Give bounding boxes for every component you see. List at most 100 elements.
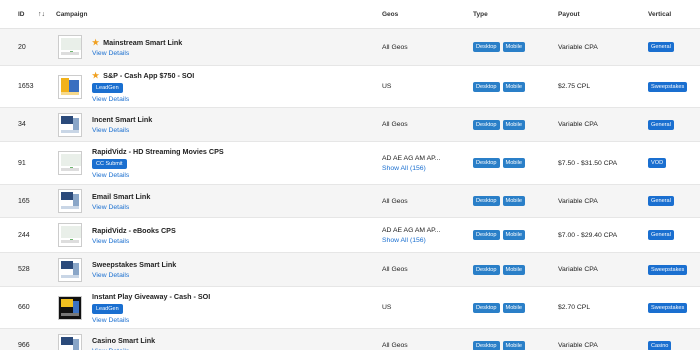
show-all-geos-link[interactable]: Show All (156): [382, 165, 473, 172]
table-row[interactable]: 165 Email Smart Link View Details All Geos D…: [0, 185, 700, 218]
view-details-link[interactable]: View Details: [92, 204, 150, 211]
campaign-cell: Sweepstakes Smart Link View Details: [56, 257, 382, 282]
campaign-title-wrap: Email Smart Link: [92, 192, 150, 201]
vertical-cell: General: [648, 230, 700, 240]
payout-value: Variable CPA: [558, 197, 598, 205]
type-badge: Mobile: [502, 230, 526, 240]
campaign-title-wrap: Casino Smart Link: [92, 336, 155, 345]
geo-value: AD AE AG AM AP...: [382, 154, 441, 162]
type-cell: Desktop Mobile: [473, 42, 558, 52]
campaign-cell: Incent Smart Link View Details: [56, 112, 382, 137]
campaign-thumbnail[interactable]: [58, 223, 82, 247]
type-badge: Desktop: [473, 302, 500, 313]
table-header: ID ↑↓ Campaign Geos Type Payout Vertical: [0, 0, 700, 29]
row-id: 660: [18, 304, 30, 311]
type-badge: Mobile: [502, 340, 526, 350]
view-details-link[interactable]: View Details: [92, 127, 152, 134]
vertical-badge: Sweepstakes: [648, 81, 688, 92]
geos-cell: All Geos: [382, 121, 473, 128]
payout-value: $2.70 CPL: [558, 304, 591, 311]
table-row[interactable]: 244 RapidVidz - eBooks CPS View Details AD …: [0, 218, 700, 253]
campaign-thumbnail[interactable]: [58, 74, 82, 99]
campaign-thumbnail[interactable]: [58, 151, 82, 175]
campaign-thumbnail[interactable]: [58, 295, 82, 320]
campaign-title[interactable]: Casino Smart Link: [92, 336, 155, 345]
view-details-link[interactable]: View Details: [92, 50, 182, 57]
view-details-link[interactable]: View Details: [92, 96, 194, 103]
type-badge: Desktop: [473, 42, 500, 52]
campaign-title[interactable]: RapidVidz - eBooks CPS: [92, 226, 176, 235]
vertical-cell: Casino: [648, 340, 700, 350]
col-header-campaign[interactable]: Campaign: [56, 11, 382, 18]
row-id: 966: [18, 342, 30, 349]
campaign-title[interactable]: Incent Smart Link: [92, 115, 152, 124]
type-badge: Desktop: [473, 230, 500, 240]
campaign-title[interactable]: Email Smart Link: [92, 192, 150, 201]
vertical-cell: Sweepstakes: [648, 81, 700, 92]
vertical-badge: General: [648, 196, 674, 206]
payout-value: Variable CPA: [558, 342, 598, 349]
type-cell: Desktop Mobile: [473, 340, 558, 350]
view-details-link[interactable]: View Details: [92, 172, 224, 179]
campaign-cell: ★ Mainstream Smart Link View Details: [56, 35, 382, 59]
campaign-thumbnail[interactable]: [58, 189, 82, 213]
row-id: 244: [18, 231, 30, 239]
vertical-cell: VOD: [648, 158, 700, 168]
campaign-cell: Casino Smart LinkView Details: [56, 333, 382, 350]
campaign-thumbnail[interactable]: [58, 257, 82, 282]
table-row[interactable]: 20 ★ Mainstream Smart Link View Details All …: [0, 29, 700, 66]
vertical-badge: Sweepstakes: [648, 264, 688, 275]
geo-value: AD AE AG AM AP...: [382, 226, 441, 234]
campaign-title-wrap: ★ S&P - Cash App $750 - SOI: [92, 71, 194, 80]
campaign-thumbnail[interactable]: [58, 35, 82, 59]
campaign-title[interactable]: Instant Play Giveaway - Cash - SOI: [92, 292, 210, 301]
geo-value: All Geos: [382, 342, 408, 349]
col-header-payout[interactable]: Payout: [558, 11, 648, 18]
view-details-link[interactable]: View Details: [92, 317, 210, 324]
geos-cell: All Geos: [382, 342, 473, 349]
campaign-title[interactable]: Mainstream Smart Link: [103, 38, 182, 47]
type-cell: Desktop Mobile: [473, 196, 558, 206]
campaign-cell: Instant Play Giveaway - Cash - SOI LeadGe…: [56, 292, 382, 324]
vertical-cell: Sweepstakes: [648, 302, 700, 313]
table-row[interactable]: 528 Sweepstakes Smart Link View Details All…: [0, 253, 700, 287]
star-icon: ★: [92, 70, 100, 80]
col-header-id[interactable]: ID: [0, 11, 38, 18]
row-id: 165: [18, 197, 30, 205]
show-all-geos-link[interactable]: Show All (156): [382, 237, 473, 244]
type-badge: Desktop: [473, 264, 500, 275]
campaign-thumbnail[interactable]: [58, 333, 82, 350]
table-row[interactable]: 1653 ★ S&P - Cash App $750 - SOI LeadGen Vie…: [0, 66, 700, 108]
payout-value: Variable CPA: [558, 121, 598, 128]
type-badge: Mobile: [502, 42, 526, 52]
campaign-title-wrap: Incent Smart Link: [92, 115, 152, 124]
campaign-title[interactable]: RapidVidz - HD Streaming Movies CPS: [92, 147, 224, 156]
table-row[interactable]: 966 Casino Smart LinkView DetailsAll Geos…: [0, 329, 700, 350]
vertical-badge: Casino: [648, 340, 672, 350]
geos-cell: All Geos: [382, 44, 473, 51]
table-row[interactable]: 660 Instant Play Giveaway - Cash - SOI Lea…: [0, 287, 700, 329]
table-row[interactable]: 91 RapidVidz - HD Streaming Movies CPS CC …: [0, 142, 700, 185]
geos-cell: All Geos: [382, 266, 473, 273]
type-badge: Desktop: [473, 158, 500, 168]
campaign-tag: LeadGen: [92, 82, 123, 93]
geos-cell: AD AE AG AM AP... Show All (156): [382, 227, 473, 244]
geo-value: All Geos: [382, 43, 408, 51]
star-icon: ★: [92, 37, 100, 47]
table-row[interactable]: 34 Incent Smart Link View Details All Geos D…: [0, 108, 700, 142]
view-details-link[interactable]: View Details: [92, 272, 176, 279]
campaign-thumbnail[interactable]: [58, 112, 82, 137]
type-cell: Desktop Mobile: [473, 302, 558, 313]
sort-icon[interactable]: ↑↓: [38, 11, 56, 18]
row-id: 34: [18, 121, 26, 128]
geo-value: All Geos: [382, 197, 408, 205]
geos-cell: US: [382, 304, 473, 311]
vertical-badge: VOD: [648, 158, 667, 168]
campaign-title[interactable]: Sweepstakes Smart Link: [92, 260, 176, 269]
col-header-type[interactable]: Type: [473, 11, 558, 18]
campaign-title[interactable]: S&P - Cash App $750 - SOI: [103, 71, 194, 80]
view-details-link[interactable]: View Details: [92, 238, 176, 245]
campaign-tag: LeadGen: [92, 303, 123, 314]
col-header-vertical[interactable]: Vertical: [648, 11, 700, 18]
col-header-geos[interactable]: Geos: [382, 11, 473, 18]
